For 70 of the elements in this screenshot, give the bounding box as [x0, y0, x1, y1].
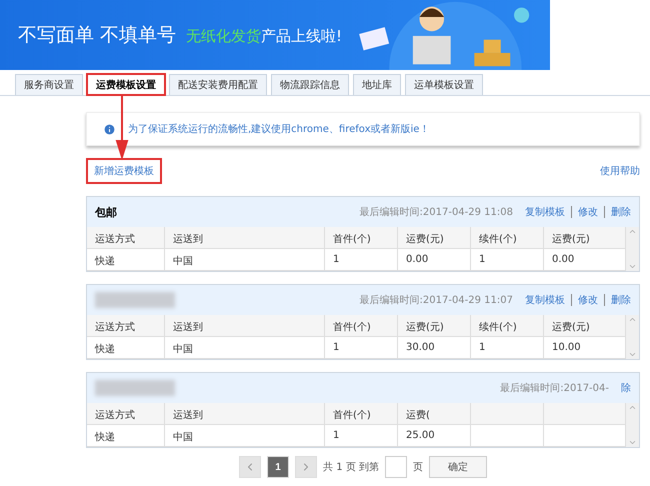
scrollbar[interactable] [626, 227, 639, 271]
column-header: 运送到 [165, 315, 325, 337]
scroll-up-icon[interactable] [628, 227, 637, 236]
banner-headline: 不写面单 不填单号 无纸化发货产品上线啦! [18, 23, 342, 48]
action-link[interactable]: 删除 [611, 293, 631, 307]
edit-time: 最后编辑时间:2017-04- [500, 382, 609, 395]
action-link[interactable]: 修改 [578, 205, 598, 219]
scroll-down-icon[interactable] [628, 438, 637, 447]
edit-time: 最后编辑时间:2017-04-29 11:08 [360, 206, 513, 219]
scrollbar[interactable] [626, 403, 639, 447]
table-cell: 1 [471, 337, 544, 359]
page-total: 共 1 页 到第 [323, 460, 379, 474]
action-link[interactable]: 复制模板 [525, 205, 565, 219]
template-name: 包邮 [95, 204, 118, 220]
tab[interactable]: 运费模板设置 [87, 74, 165, 95]
tab[interactable]: 配送安装费用配置 [169, 74, 267, 95]
next-page-button[interactable] [295, 456, 318, 478]
column-header: 运费( [398, 403, 471, 425]
table-cell: 0.00 [544, 249, 626, 271]
column-header: 续件(个) [471, 227, 544, 249]
table-cell: 1 [325, 249, 398, 271]
edit-time: 最后编辑时间:2017-04-29 11:07 [360, 294, 513, 307]
action-link[interactable]: 除 [621, 381, 631, 395]
page-input[interactable] [384, 456, 407, 478]
scroll-up-icon[interactable] [628, 315, 637, 324]
column-header: 运送到 [165, 403, 325, 425]
action-link[interactable]: 复制模板 [525, 293, 565, 307]
table-cell: 快递 [87, 337, 165, 359]
column-header: 运送方式 [87, 403, 165, 425]
scroll-up-icon[interactable] [628, 403, 637, 412]
table-cell: 0.00 [398, 249, 471, 271]
column-header: 运送方式 [87, 315, 165, 337]
confirm-button[interactable]: 确定 [428, 456, 487, 478]
info-icon [103, 122, 116, 136]
tab[interactable]: 地址库 [353, 74, 401, 95]
table-cell: 1 [325, 337, 398, 359]
page-button[interactable]: 1 [267, 456, 290, 478]
tab[interactable]: 物流跟踪信息 [271, 74, 349, 95]
scroll-down-icon[interactable] [628, 262, 637, 271]
table-cell: 10.00 [544, 337, 626, 359]
tab[interactable]: 服务商设置 [15, 74, 83, 95]
table-cell: 1 [325, 425, 398, 447]
table-cell: 快递 [87, 249, 165, 271]
column-header: 运费(元) [544, 315, 626, 337]
column-header: 首件(个) [325, 227, 398, 249]
column-header: 首件(个) [325, 315, 398, 337]
table-cell: 快递 [87, 425, 165, 447]
tab[interactable]: 运单模板设置 [405, 74, 483, 95]
prev-page-button[interactable] [239, 456, 262, 478]
notice-text: 为了保证系统运行的流畅性,建议使用chrome、firefox或者新版ie！ [128, 122, 430, 136]
column-header: 首件(个) [325, 403, 398, 425]
table-cell: 1 [471, 249, 544, 271]
column-header: 运费(元) [398, 227, 471, 249]
page-unit: 页 [412, 461, 423, 474]
scrollbar[interactable] [626, 315, 639, 359]
table-cell: 中国 [165, 425, 325, 447]
table-cell: 中国 [165, 337, 325, 359]
table-cell: 中国 [165, 249, 325, 271]
column-header: 续件(个) [471, 315, 544, 337]
column-header: 运送方式 [87, 227, 165, 249]
help-link[interactable]: 使用帮助 [600, 164, 640, 178]
column-header: 运送到 [165, 227, 325, 249]
action-link[interactable]: 修改 [578, 293, 598, 307]
add-template-link[interactable]: 新增运费模板 [86, 158, 162, 184]
column-header: 运费(元) [398, 315, 471, 337]
scroll-down-icon[interactable] [628, 350, 637, 359]
action-link[interactable]: 删除 [611, 205, 631, 219]
column-header: 运费(元) [544, 227, 626, 249]
table-cell: 25.00 [398, 425, 471, 447]
table-cell: 30.00 [398, 337, 471, 359]
